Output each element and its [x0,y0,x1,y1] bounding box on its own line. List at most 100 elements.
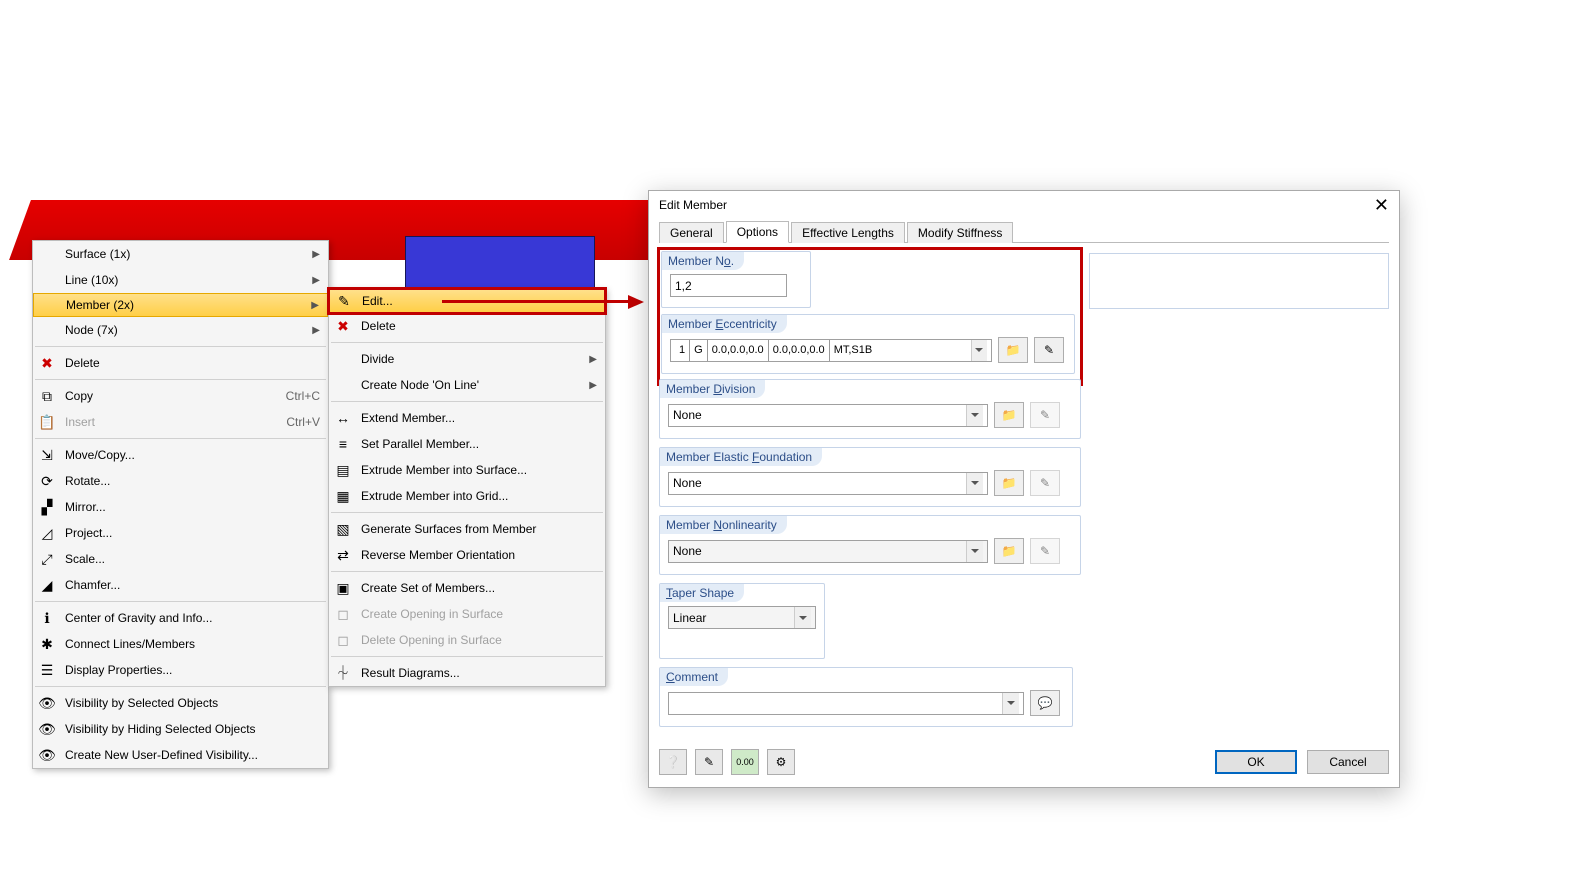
eccentricity-select[interactable]: 1 G 0.0,0.0,0.0 0.0,0.0,0.0 MT,S1B [670,339,992,362]
extra-tool-button[interactable]: ⚙ [767,749,795,775]
ctx-sub-reverse-orientation[interactable]: ⇄ Reverse Member Orientation [329,542,605,568]
ctx-item-vis-hide[interactable]: 👁 Visibility by Hiding Selected Objects [33,716,328,742]
group-legend: Member Eccentricity [662,315,787,333]
close-icon[interactable]: ✕ [1374,195,1389,216]
nonlinearity-select[interactable]: None [668,540,988,563]
edit-item-button[interactable]: ✎ [1034,337,1064,363]
dialog-titlebar: Edit Member ✕ [649,191,1399,219]
ctx-item-node[interactable]: Node (7x) ▶ [33,317,328,343]
ctx-sub-create-node[interactable]: Create Node 'On Line' ▶ [329,372,605,398]
paste-icon: 📋 [37,412,57,432]
ctx-sub-extend[interactable]: ↔ Extend Member... [329,405,605,431]
ok-button[interactable]: OK [1215,750,1297,774]
edit-small-icon: ✎ [1040,544,1050,558]
folder-new-icon: 📁 [1002,408,1017,422]
ctx-sub-extrude-surface[interactable]: ▤ Extrude Member into Surface... [329,457,605,483]
comment-pick-button[interactable]: 💬 [1030,690,1060,716]
ctx-item-vis-new[interactable]: 👁 Create New User-Defined Visibility... [33,742,328,768]
ctx-item-chamfer[interactable]: ◢ Chamfer... [33,572,328,598]
group-nonlinearity: Member Nonlinearity None 📁 ✎ [659,515,1081,575]
legend-text: oundation [759,450,812,464]
ctx-sub-set-parallel[interactable]: ≡ Set Parallel Member... [329,431,605,457]
chevron-down-icon[interactable] [966,541,983,562]
ctx-sub-create-set[interactable]: ▣ Create Set of Members... [329,575,605,601]
ctx-label: Extrude Member into Surface... [361,463,527,477]
chevron-right-icon: ▶ [312,249,320,260]
ctx-item-member[interactable]: Member (2x) ▶ [33,293,328,317]
tab-modify-stiffness[interactable]: Modify Stiffness [907,222,1013,243]
cancel-button[interactable]: Cancel [1307,750,1389,774]
chevron-down-icon[interactable] [794,607,811,628]
highlighted-groups-wrapper: Member No. 1,2 Member Eccentricity 1 G [659,249,1081,384]
legend-text: ccentricity [723,317,776,331]
pencil-icon: ✎ [704,755,714,769]
ctx-label: Delete [65,356,100,370]
division-select[interactable]: None [668,404,988,427]
chevron-down-icon[interactable] [966,405,983,426]
new-item-button[interactable]: 📁 [994,470,1024,496]
ctx-item-line[interactable]: Line (10x) ▶ [33,267,328,293]
help-button[interactable]: ❔ [659,749,687,775]
ctx-item-copy[interactable]: ⧉ Copy Ctrl+C [33,383,328,409]
chevron-down-icon[interactable] [966,473,983,494]
ctx-item-surface[interactable]: Surface (1x) ▶ [33,241,328,267]
legend-text: Member [666,382,713,396]
chevron-down-icon[interactable] [971,340,987,361]
taper-select[interactable]: Linear [668,606,816,629]
ctx-label: Visibility by Selected Objects [65,696,218,710]
ctx-sub-extrude-grid[interactable]: ▦ Extrude Member into Grid... [329,483,605,509]
edit-tool-button[interactable]: ✎ [695,749,723,775]
new-item-button[interactable]: 📁 [998,337,1028,363]
extrude-icon: ▤ [333,460,353,480]
ctx-item-move-copy[interactable]: ⇲ Move/Copy... [33,442,328,468]
group-eccentricity: Member Eccentricity 1 G 0.0,0.0,0.0 0.0,… [661,314,1075,374]
chevron-down-icon[interactable] [1002,693,1019,714]
ctx-item-project[interactable]: ◿ Project... [33,520,328,546]
new-item-button[interactable]: 📁 [994,538,1024,564]
units-button[interactable]: 0.00 [731,749,759,775]
ctx-sub-generate-surfaces[interactable]: ▧ Generate Surfaces from Member [329,516,605,542]
edit-item-button: ✎ [1030,470,1060,496]
legend-ul: C [666,670,675,684]
ctx-label: Divide [361,352,394,366]
comment-select[interactable] [668,692,1024,715]
ctx-item-scale[interactable]: ⤢ Scale... [33,546,328,572]
ctx-item-display-props[interactable]: ☰ Display Properties... [33,657,328,683]
input-value: 1,2 [675,279,692,293]
legend-text: aper Shape [672,586,734,600]
ctx-label: Visibility by Hiding Selected Objects [65,722,256,736]
tab-general[interactable]: General [659,222,724,243]
help-icon: ❔ [666,755,681,769]
member-no-input[interactable]: 1,2 [670,274,787,297]
ctx-item-vis-selected[interactable]: 👁 Visibility by Selected Objects [33,690,328,716]
cell: 0.0,0.0,0.0 [769,340,830,361]
ctx-item-connect[interactable]: ✱ Connect Lines/Members [33,631,328,657]
group-legend: Member Division [660,380,765,398]
new-item-button[interactable]: 📁 [994,402,1024,428]
ctx-sub-delete[interactable]: ✖ Delete [329,313,605,339]
dialog-edit-member: Edit Member ✕ General Options Effective … [648,190,1400,788]
ctx-label: Member (2x) [66,298,134,312]
legend-text: omment [675,670,718,684]
ctx-sub-result-diagrams[interactable]: ⏆ Result Diagrams... [329,660,605,686]
ctx-item-rotate[interactable]: ⟳ Rotate... [33,468,328,494]
foundation-select[interactable]: None [668,472,988,495]
scale-icon: ⤢ [37,549,57,569]
reverse-icon: ⇄ [333,545,353,565]
tab-options[interactable]: Options [726,221,789,243]
ctx-item-mirror[interactable]: ▞ Mirror... [33,494,328,520]
diagram-icon: ⏆ [333,663,353,683]
tab-effective-lengths[interactable]: Effective Lengths [791,222,905,243]
ctx-sub-divide[interactable]: Divide ▶ [329,346,605,372]
ctx-label: Line (10x) [65,273,118,287]
model-blue-member [405,236,595,296]
folder-new-icon: 📁 [1002,476,1017,490]
ctx-label: Insert [65,415,95,429]
ctx-label: Extend Member... [361,411,455,425]
ctx-item-cg-info[interactable]: ℹ Center of Gravity and Info... [33,605,328,631]
ctx-item-delete[interactable]: ✖ Delete [33,350,328,376]
ctx-label: Project... [65,526,112,540]
ctx-label: Extrude Member into Grid... [361,489,508,503]
delete-x-icon: ✖ [37,353,57,373]
mirror-icon: ▞ [37,497,57,517]
